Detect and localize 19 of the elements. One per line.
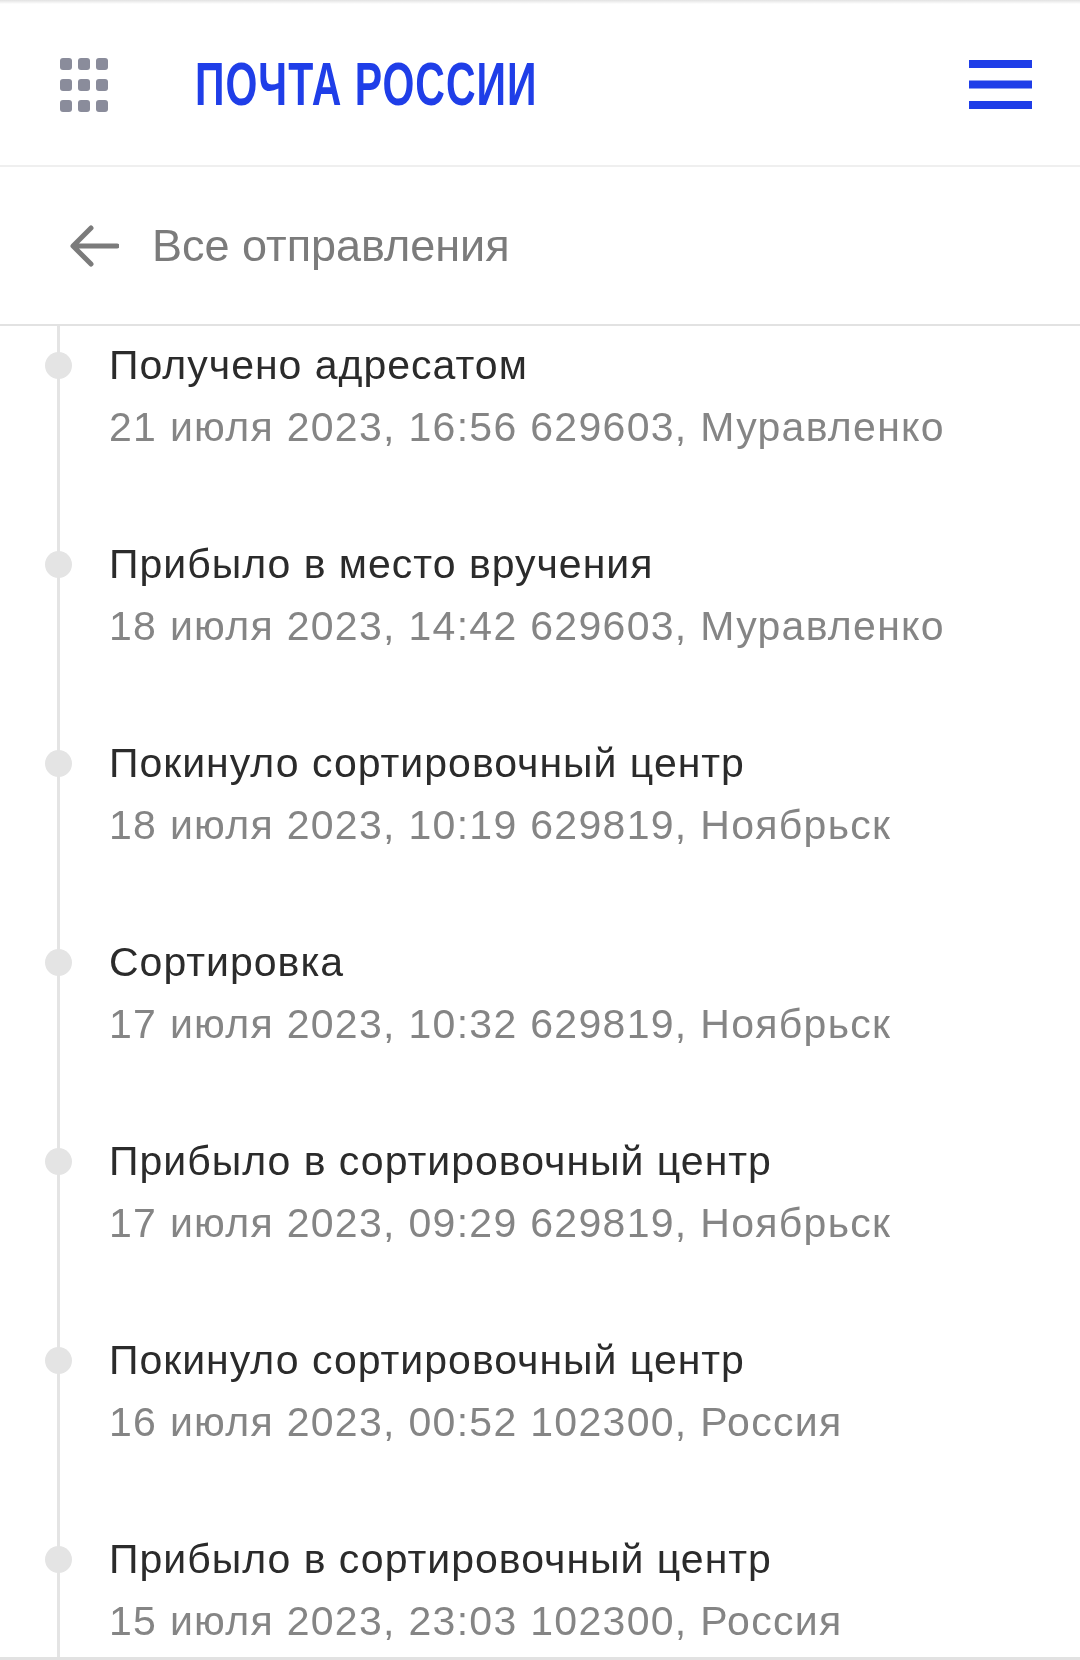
event-status: Покинуло сортировочный центр — [109, 739, 746, 788]
event-details: 16 июля 2023, 00:52 102300, Россия — [109, 1398, 843, 1447]
event-status: Прибыло в сортировочный центр — [109, 1137, 773, 1186]
event-details: 21 июля 2023, 16:56 629603, Муравленко — [109, 403, 945, 452]
event-details: 18 июля 2023, 10:19 629819, Ноябрьск — [109, 801, 892, 850]
event-details: 18 июля 2023, 14:42 629603, Муравленко — [109, 602, 945, 651]
event-status: Прибыло в место вручения — [109, 540, 655, 589]
event-status: Сортировка — [109, 938, 346, 987]
menu-icon[interactable] — [969, 60, 1032, 109]
event-status: Прибыло в сортировочный центр — [109, 1535, 773, 1584]
event-details: 17 июля 2023, 09:29 629819, Ноябрьск — [109, 1199, 892, 1248]
back-link[interactable]: Все отправления — [70, 223, 510, 268]
back-arrow-icon — [70, 224, 119, 267]
event-status: Получено адресатом — [109, 341, 529, 390]
brand-logo[interactable]: ПОЧТА РОССИИ — [195, 53, 538, 116]
event-details: 15 июля 2023, 23:03 102300, Россия — [109, 1597, 843, 1646]
event-status: Покинуло сортировочный центр — [109, 1336, 746, 1385]
apps-grid-icon[interactable] — [60, 57, 108, 112]
event-details: 17 июля 2023, 10:32 629819, Ноябрьск — [109, 1000, 892, 1049]
